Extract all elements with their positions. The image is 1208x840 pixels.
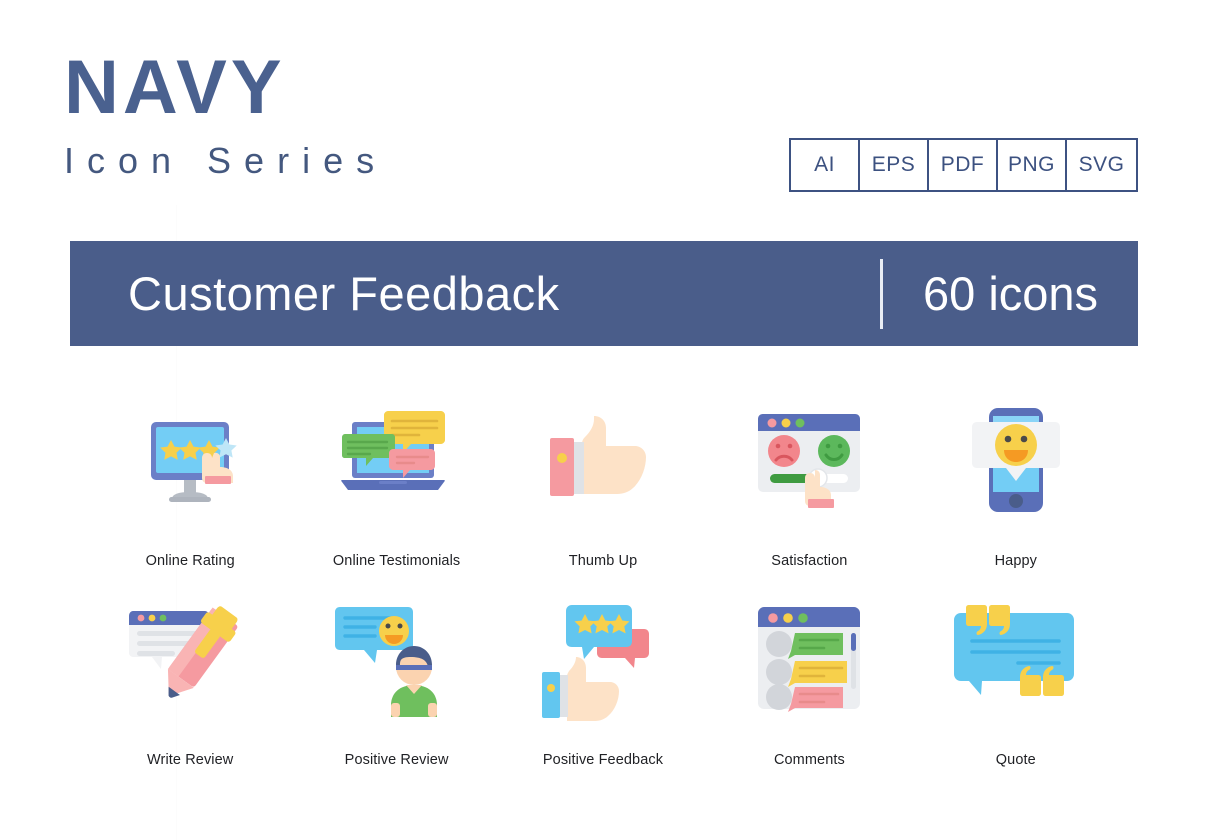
online-rating-icon [115,400,265,525]
icon-cell-online-rating[interactable]: Online Rating [87,400,293,569]
icon-cell-happy[interactable]: Happy [913,400,1119,569]
icon-label: Positive Review [344,752,449,768]
icon-cell-comments[interactable]: Comments [706,599,912,768]
format-badge-eps[interactable]: EPS [860,140,929,190]
brand-block: NAVY Icon Series [64,45,388,182]
banner-title: Customer Feedback [128,267,560,320]
format-badge-svg[interactable]: SVG [1067,140,1136,190]
icon-label: Write Review [147,752,234,768]
icon-label: Comments [773,752,845,768]
positive-review-icon [322,599,472,724]
banner-divider [880,259,883,329]
format-badge-pdf[interactable]: PDF [929,140,998,190]
icon-label: Online Testimonials [332,553,461,569]
satisfaction-icon [734,400,884,525]
icon-cell-positive-review[interactable]: Positive Review [293,599,499,768]
quote-icon [941,599,1091,724]
brand-title: NAVY [64,45,286,130]
icon-label: Positive Feedback [542,752,664,768]
icon-label: Online Rating [145,553,235,569]
positive-feedback-icon [528,599,678,724]
format-badge-png[interactable]: PNG [998,140,1067,190]
comments-icon [734,599,884,724]
icon-cell-satisfaction[interactable]: Satisfaction [706,400,912,569]
happy-icon [941,400,1091,525]
icon-label: Happy [994,553,1037,569]
icon-label: Quote [995,752,1036,768]
icon-grid: Online Rating Online Testimonials Thumb … [87,400,1119,768]
thumb-up-icon [528,400,678,525]
icon-cell-quote[interactable]: Quote [913,599,1119,768]
icon-cell-write-review[interactable]: Write Review [87,599,293,768]
format-badge-group: AI EPS PDF PNG SVG [789,138,1138,192]
icon-cell-positive-feedback[interactable]: Positive Feedback [500,599,706,768]
icon-cell-thumb-up[interactable]: Thumb Up [500,400,706,569]
icon-cell-online-testimonials[interactable]: Online Testimonials [293,400,499,569]
icon-label: Thumb Up [568,553,638,569]
icon-sheet-page: NAVY Icon Series AI EPS PDF PNG SVG Cust… [0,0,1208,840]
banner-icon-count: 60 icons [923,267,1099,320]
format-badge-ai[interactable]: AI [791,140,860,190]
online-testimonials-icon [322,400,472,525]
write-review-icon [115,599,265,724]
category-banner: Customer Feedback 60 icons [70,241,1138,346]
icon-label: Satisfaction [771,553,848,569]
brand-subtitle: Icon Series [64,140,388,182]
